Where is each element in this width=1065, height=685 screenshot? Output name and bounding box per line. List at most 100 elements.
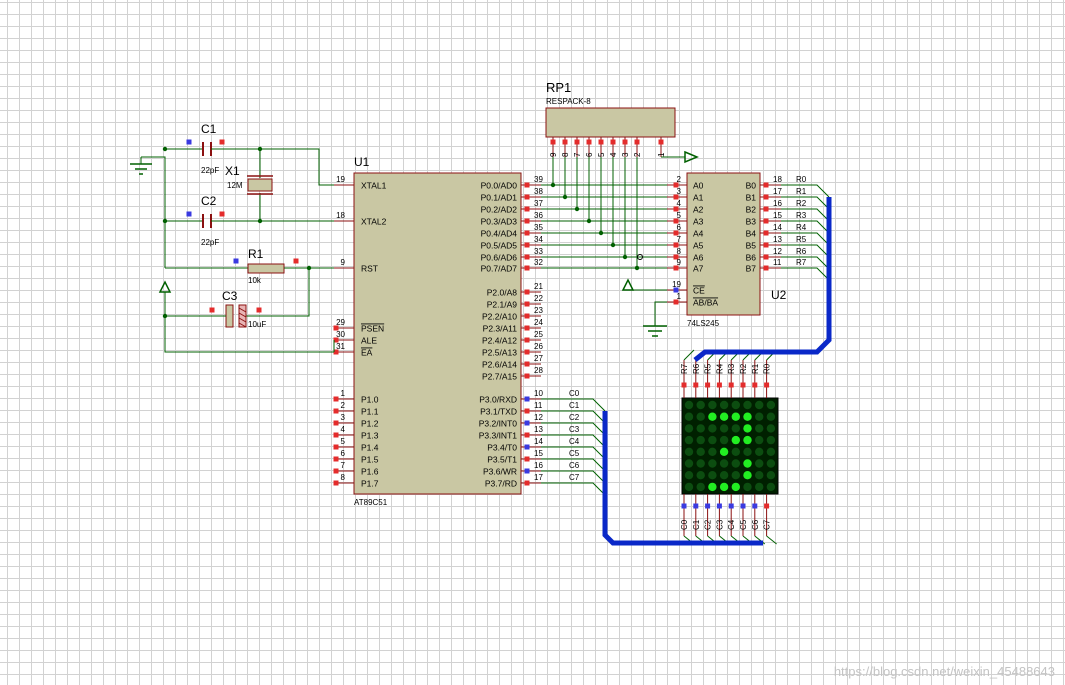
pin-state-marker	[333, 468, 339, 474]
pin-state-marker	[740, 503, 746, 509]
u1-pin-number: 1	[341, 389, 346, 398]
u1-pin-number: 27	[534, 354, 543, 363]
pin-state-marker	[524, 468, 530, 474]
x1-crystal-body	[247, 178, 273, 192]
u1-pin-number: 7	[341, 461, 346, 470]
pin-state-marker	[550, 139, 556, 145]
u1-pin-label: P1.1	[361, 407, 379, 417]
pin-state-marker	[524, 480, 530, 486]
matrix-row-label: R6	[692, 363, 701, 374]
pin-state-marker	[562, 139, 568, 145]
pin-state-marker	[673, 265, 679, 271]
pin-state-marker	[524, 361, 530, 367]
bus-entry-wire	[781, 267, 830, 281]
pin-state-marker	[186, 139, 192, 145]
u2-pin-label: B3	[746, 217, 757, 227]
matrix-row-label: R1	[751, 363, 760, 374]
net-label-R5: R5	[796, 235, 807, 244]
rp1-pin-number: 8	[561, 152, 570, 157]
u1-part: AT89C51	[354, 498, 388, 507]
u1-pin-number: 25	[534, 330, 543, 339]
junction-dot	[574, 206, 580, 212]
pin-state-marker	[574, 139, 580, 145]
led-dot	[684, 424, 694, 433]
u2-pin-label: A4	[693, 229, 704, 239]
net-label-C4: C4	[569, 437, 580, 446]
pin-state-marker	[763, 254, 769, 260]
pin-state-marker	[586, 139, 592, 145]
matrix-col-label: C3	[715, 519, 724, 530]
u1-pin-number: 21	[534, 282, 543, 291]
u2-pin-label: B7	[746, 264, 757, 274]
u2-pin-label: A6	[693, 253, 704, 263]
u2-part: 74LS245	[687, 319, 720, 328]
led-dot	[766, 471, 776, 480]
pin-state-marker	[728, 503, 734, 509]
u1-pin-label: P2.2/A10	[482, 312, 517, 322]
u1-pin-label: XTAL2	[361, 217, 387, 227]
pin-state-marker	[728, 382, 734, 388]
u2-pin-label: A2	[693, 205, 704, 215]
led-dot	[743, 482, 752, 492]
led-dot	[708, 435, 717, 445]
pin-state-marker	[524, 206, 530, 212]
u1-pin-number: 3	[341, 413, 346, 422]
u2-pin-number: 18	[773, 175, 782, 184]
pin-state-marker	[524, 325, 530, 331]
led-dot	[731, 435, 740, 445]
led-dot	[743, 447, 752, 456]
led-dot	[743, 459, 752, 468]
matrix-col-label: C2	[704, 519, 713, 530]
u1-pin-number: 26	[534, 342, 543, 351]
led-dot	[731, 412, 740, 421]
u1-pin-number: 14	[534, 437, 543, 446]
led-dot	[696, 482, 705, 492]
u1-pin-label: P0.5/AD5	[481, 241, 518, 251]
c3-value: 10uF	[248, 320, 266, 329]
u1-pin-number: 16	[534, 461, 543, 470]
u1-pin-label: P1.4	[361, 443, 379, 453]
net-label-C3: C3	[569, 425, 580, 434]
bus-entry-wire	[541, 482, 606, 496]
r1-ref: R1	[248, 247, 264, 261]
led-dot	[731, 447, 740, 456]
bus-entry-wire	[766, 535, 777, 545]
u1-pin-number: 28	[534, 366, 543, 375]
pin-state-marker	[693, 503, 699, 509]
u1-pin-number: 8	[341, 473, 346, 482]
led-dot	[755, 412, 764, 421]
junction-dot	[257, 218, 263, 224]
rp1-part: RESPACK-8	[546, 97, 591, 106]
junction-dot	[622, 254, 628, 260]
rp1-pin-number: 1	[657, 152, 666, 157]
led-dot	[684, 400, 694, 410]
pin-state-marker	[524, 182, 530, 188]
pin-state-marker	[622, 139, 628, 145]
rp1-pin-number: 7	[573, 152, 582, 157]
u1-pin-label: P3.5/T1	[487, 455, 517, 465]
u1-pin-label: P2.1/A9	[487, 300, 518, 310]
r1-resistor-body	[247, 263, 285, 274]
pin-state-marker	[681, 503, 687, 509]
net-label-C0: C0	[569, 389, 580, 398]
pin-state-marker	[524, 242, 530, 248]
led-dot	[684, 447, 694, 456]
u1-pin-label: P0.7/AD7	[481, 264, 518, 274]
pin-state-marker	[598, 139, 604, 145]
pin-state-marker	[524, 432, 530, 438]
rp1-pin-number: 3	[621, 152, 630, 157]
matrix-col-label: C4	[727, 519, 736, 530]
u1-pin-label: P1.5	[361, 455, 379, 465]
pin-state-marker	[763, 242, 769, 248]
u1-pin-number: 38	[534, 187, 543, 196]
c1-ref: C1	[201, 122, 217, 136]
u1-pin-number: 35	[534, 223, 543, 232]
led-dot	[755, 459, 764, 468]
rp1-pin-number: 9	[549, 152, 558, 157]
pin-state-marker	[740, 382, 746, 388]
led-dot	[708, 412, 717, 421]
led-dot	[719, 412, 729, 421]
u1-pin-number: 15	[534, 449, 543, 458]
u1-pin-label: P0.2/AD2	[481, 205, 518, 215]
u1-pin-label: P2.3/A11	[483, 324, 518, 334]
